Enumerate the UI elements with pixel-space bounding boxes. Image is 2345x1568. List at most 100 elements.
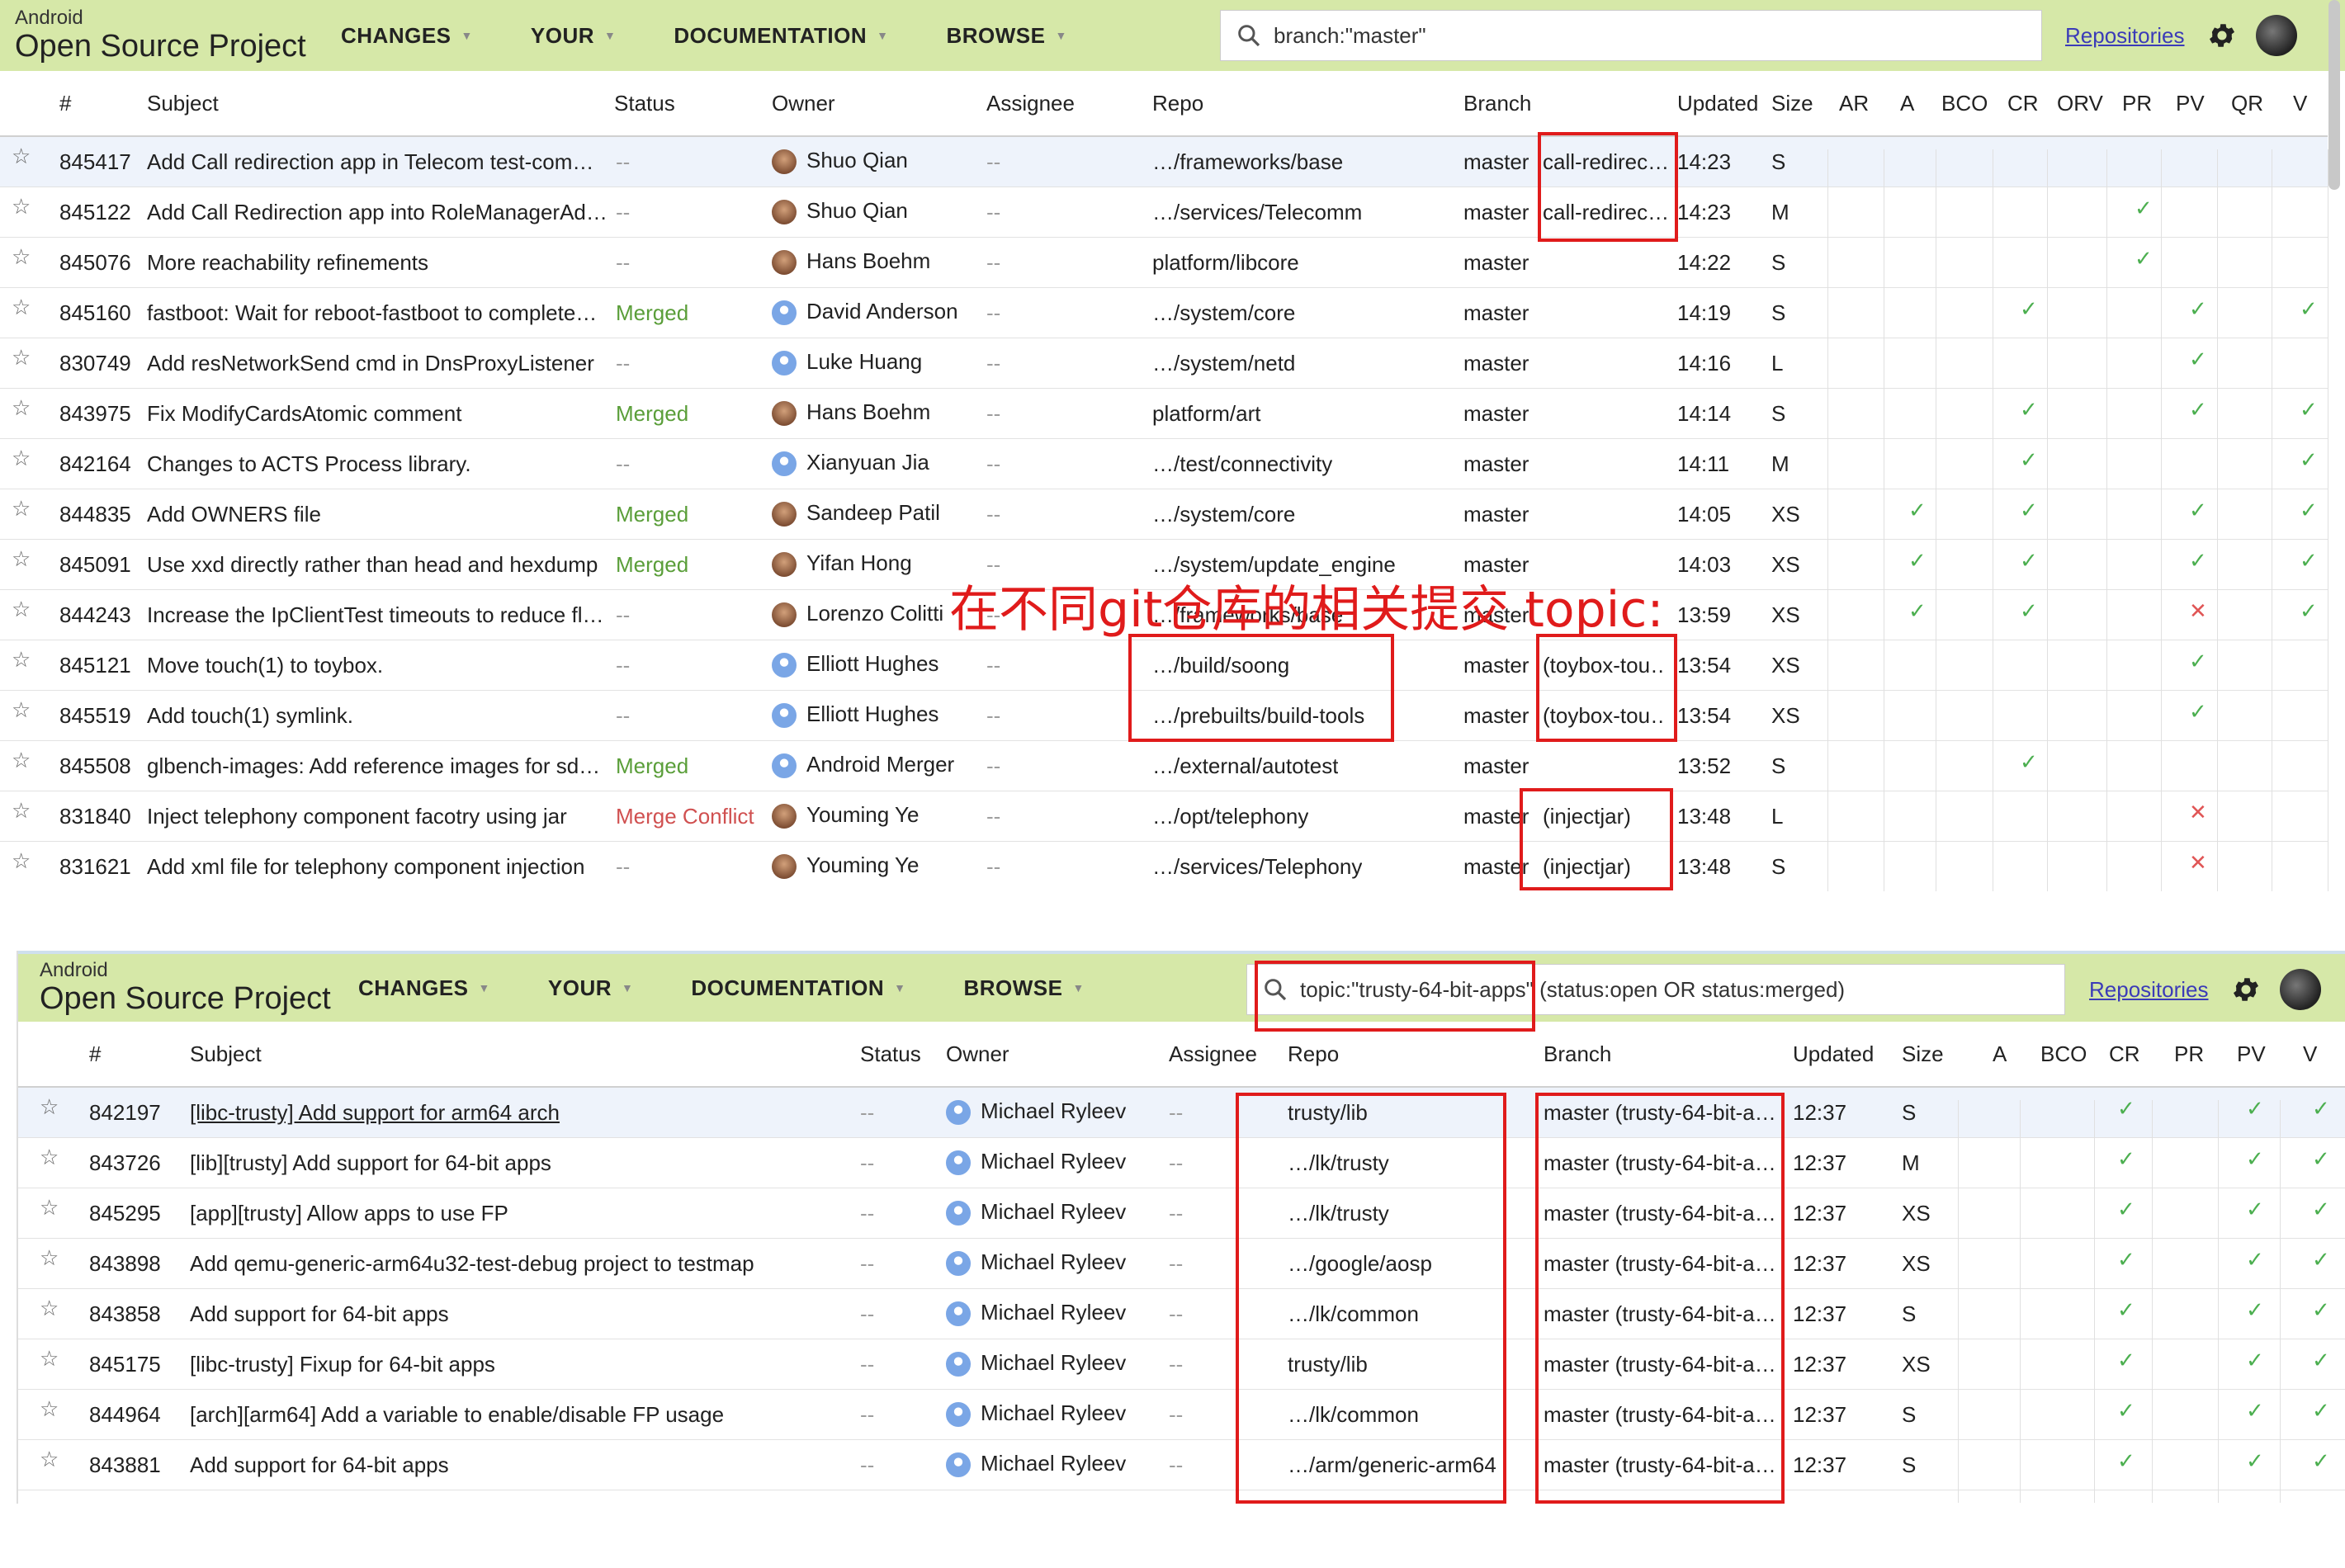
branch-link[interactable]: master [1463, 149, 1529, 175]
col-v[interactable]: V [2303, 1041, 2317, 1067]
col-pr[interactable]: PR [2174, 1041, 2204, 1067]
change-number[interactable]: 843858 [89, 1301, 161, 1327]
change-subject[interactable]: [lib][trusty] Add support for 64-bit app… [190, 1150, 551, 1176]
star-icon[interactable]: ☆ [40, 1145, 59, 1170]
repo-link[interactable]: …/test/connectivity [1152, 451, 1332, 477]
star-icon[interactable]: ☆ [12, 244, 31, 270]
owner-cell[interactable]: Shuo Qian [772, 148, 908, 175]
owner-name[interactable]: Hans Boehm [806, 399, 930, 424]
change-subject[interactable]: [libc-trusty] Add support for arm64 arch [190, 1100, 560, 1126]
owner-name[interactable]: Michael Ryleev [981, 1300, 1126, 1325]
star-icon[interactable]: ☆ [12, 597, 31, 622]
assignee[interactable]: -- [986, 149, 1000, 175]
owner-cell[interactable]: Xianyuan Jia [772, 450, 929, 477]
assignee[interactable]: -- [986, 854, 1000, 880]
star-icon[interactable]: ☆ [12, 496, 31, 522]
assignee[interactable]: -- [1169, 1150, 1183, 1176]
owner-cell[interactable]: Yifan Hong [772, 550, 912, 578]
col-orv[interactable]: ORV [2057, 91, 2103, 116]
star-icon[interactable]: ☆ [12, 798, 31, 824]
user-avatar[interactable] [2256, 15, 2297, 56]
owner-cell[interactable]: Sandeep Patil [772, 500, 940, 527]
owner-name[interactable]: Michael Ryleev [981, 1149, 1126, 1174]
change-subject[interactable]: Add support for 64-bit apps [190, 1301, 449, 1327]
change-subject[interactable]: Move touch(1) to toybox. [147, 653, 606, 678]
assignee[interactable]: -- [1169, 1301, 1183, 1327]
change-subject[interactable]: Use xxd directly rather than head and he… [147, 552, 606, 578]
col-pr[interactable]: PR [2122, 91, 2152, 116]
assignee[interactable]: -- [1169, 1452, 1183, 1478]
change-number[interactable]: 845519 [59, 703, 131, 729]
star-icon[interactable]: ☆ [40, 1447, 59, 1472]
change-subject[interactable]: Add Call redirection app in Telecom test… [147, 149, 606, 175]
branch-link[interactable]: master [1463, 401, 1529, 427]
col-owner[interactable]: Owner [946, 1041, 1009, 1067]
table-row[interactable]: ☆ 830749 Add resNetworkSend cmd in DnsProx… [0, 338, 2328, 401]
change-number[interactable]: 843881 [89, 1452, 161, 1478]
branch-link[interactable]: master [1463, 753, 1529, 779]
star-icon[interactable]: ☆ [12, 546, 31, 572]
table-row[interactable]: ☆ 845175 [libc-trusty] Fixup for 64-bit ap… [18, 1339, 2345, 1402]
change-subject[interactable]: [arch][arm64] Add a variable to enable/d… [190, 1402, 724, 1428]
owner-name[interactable]: Elliott Hughes [806, 651, 938, 676]
table-row[interactable]: ☆ 843858 Add support for 64-bit apps -- Mich… [18, 1289, 2345, 1352]
change-subject[interactable]: Increase the IpClientTest timeouts to re… [147, 602, 606, 628]
table-row[interactable]: ☆ 843898 Add qemu-generic-arm64u32-test-de… [18, 1239, 2345, 1301]
repo-link[interactable]: …/system/netd [1152, 351, 1295, 376]
repo-link[interactable]: …/services/Telephony [1152, 854, 1362, 880]
assignee[interactable]: -- [986, 804, 1000, 829]
star-icon[interactable]: ☆ [12, 848, 31, 874]
change-number[interactable]: 831840 [59, 804, 131, 829]
star-icon[interactable]: ☆ [12, 748, 31, 773]
col-branch[interactable]: Branch [1544, 1041, 1611, 1067]
assignee[interactable]: -- [986, 753, 1000, 779]
change-subject[interactable]: [app][trusty] Allow apps to use FP [190, 1201, 508, 1226]
assignee[interactable]: -- [986, 703, 1000, 729]
owner-name[interactable]: Xianyuan Jia [806, 450, 929, 475]
change-number[interactable]: 842164 [59, 451, 131, 477]
owner-name[interactable]: Elliott Hughes [806, 701, 938, 726]
owner-name[interactable]: Luke Huang [806, 349, 922, 374]
star-icon[interactable]: ☆ [40, 1296, 59, 1321]
col-assignee[interactable]: Assignee [986, 91, 1075, 116]
assignee[interactable]: -- [1169, 1100, 1183, 1126]
change-number[interactable]: 845076 [59, 250, 131, 276]
change-subject[interactable]: Fix ModifyCardsAtomic comment [147, 401, 606, 427]
owner-cell[interactable]: Michael Ryleev [946, 1149, 1126, 1176]
repo-link[interactable]: …/frameworks/base [1152, 149, 1343, 175]
change-subject[interactable]: Add support for 64-bit apps [190, 1452, 449, 1478]
change-number[interactable]: 845091 [59, 552, 131, 578]
assignee[interactable]: -- [986, 401, 1000, 427]
star-icon[interactable]: ☆ [12, 345, 31, 371]
col-cr[interactable]: CR [2109, 1041, 2140, 1067]
col-pv[interactable]: PV [2176, 91, 2205, 116]
assignee[interactable]: -- [986, 653, 1000, 678]
menu-changes[interactable]: CHANGES ▼ [341, 23, 473, 49]
col-size[interactable]: Size [1771, 91, 1813, 116]
repo-link[interactable]: …/system/core [1152, 300, 1295, 326]
change-subject[interactable]: Add Call Redirection app into RoleManage… [147, 200, 606, 225]
brand-logo[interactable]: Android Open Source Project [15, 7, 312, 64]
menu-browse[interactable]: BROWSE ▼ [946, 23, 1066, 49]
star-icon[interactable]: ☆ [12, 395, 31, 421]
owner-cell[interactable]: Michael Ryleev [946, 1350, 1126, 1377]
change-number[interactable]: 845121 [59, 653, 131, 678]
star-icon[interactable]: ☆ [12, 697, 31, 723]
menu-changes[interactable]: CHANGES ▼ [358, 975, 490, 1001]
col-pv[interactable]: PV [2237, 1041, 2266, 1067]
branch-link[interactable]: master [1463, 250, 1529, 276]
owner-name[interactable]: Hans Boehm [806, 248, 930, 273]
change-number[interactable]: 843898 [89, 1251, 161, 1277]
col-qr[interactable]: QR [2231, 91, 2263, 116]
owner-cell[interactable]: Michael Ryleev [946, 1451, 1126, 1478]
scrollbar[interactable] [2328, 0, 2340, 190]
owner-cell[interactable]: Hans Boehm [772, 399, 930, 427]
star-icon[interactable]: ☆ [12, 647, 31, 673]
change-number[interactable]: 845508 [59, 753, 131, 779]
table-row[interactable]: ☆ 845295 [app][trusty] Allow apps to use F… [18, 1188, 2345, 1251]
change-subject[interactable]: Add OWNERS file [147, 502, 606, 527]
branch-link[interactable]: master [1463, 200, 1529, 225]
branch-link[interactable]: master [1463, 451, 1529, 477]
change-number[interactable]: 830749 [59, 351, 131, 376]
repositories-link[interactable]: Repositories [2089, 977, 2209, 1003]
